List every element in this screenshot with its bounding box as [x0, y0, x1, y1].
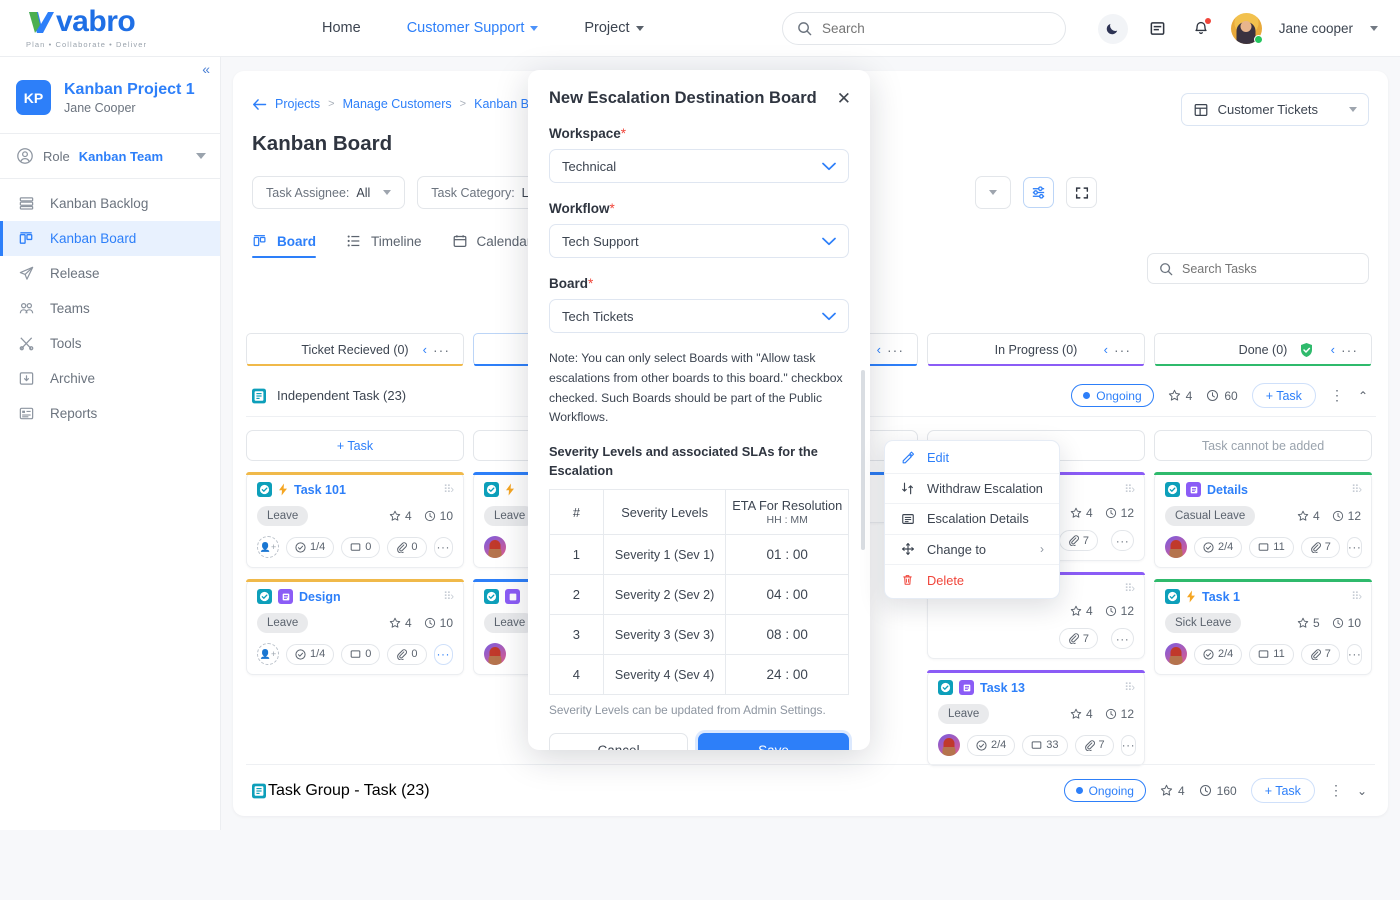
- workspace-label: Workspace*: [549, 126, 849, 141]
- context-menu-item-escalation-details[interactable]: Escalation Details: [885, 504, 1059, 535]
- table-row: 4 Severity 4 (Sev 4) 24 : 00: [550, 655, 849, 695]
- table-header-row: # Severity Levels ETA For Resolution HH …: [550, 490, 849, 535]
- modal-title: New Escalation Destination Board: [549, 70, 849, 108]
- move-icon: [900, 542, 915, 556]
- cell-num: 4: [550, 655, 604, 695]
- modal-overlay: New Escalation Destination Board ✕ Works…: [0, 0, 1400, 900]
- task-context-menu: Edit Withdraw Escalation Escalation Deta…: [884, 440, 1060, 599]
- withdraw-icon: [900, 481, 915, 496]
- context-menu-label: Withdraw Escalation: [927, 481, 1043, 496]
- cell-severity: Severity 2 (Sev 2): [603, 575, 726, 615]
- new-escalation-destination-board-modal: New Escalation Destination Board ✕ Works…: [528, 70, 870, 750]
- modal-note: Note: You can only select Boards with "A…: [549, 349, 849, 428]
- cell-num: 2: [550, 575, 604, 615]
- save-button[interactable]: Save: [698, 733, 849, 750]
- cell-eta: 24 : 00: [726, 655, 849, 695]
- chevron-down-icon: [822, 312, 836, 321]
- cancel-button[interactable]: Cancel: [549, 733, 688, 750]
- context-menu-item-withdraw-escalation[interactable]: Withdraw Escalation: [885, 474, 1059, 505]
- app-root: vabro Plan • Collaborate • Deliver Home …: [0, 0, 1400, 900]
- modal-actions: Cancel Save: [549, 733, 849, 750]
- table-row: 1 Severity 1 (Sev 1) 01 : 00: [550, 535, 849, 575]
- chevron-down-icon: [822, 162, 836, 171]
- severity-levels-table: # Severity Levels ETA For Resolution HH …: [549, 489, 849, 695]
- context-menu-label: Change to: [927, 542, 986, 557]
- cell-severity: Severity 3 (Sev 3): [603, 615, 726, 655]
- table-row: 2 Severity 2 (Sev 2) 04 : 00: [550, 575, 849, 615]
- details-icon: [900, 512, 915, 526]
- cell-severity: Severity 4 (Sev 4): [603, 655, 726, 695]
- cell-severity: Severity 1 (Sev 1): [603, 535, 726, 575]
- chevron-right-icon: ›: [1040, 542, 1044, 556]
- workspace-select[interactable]: Technical: [549, 149, 849, 183]
- board-select[interactable]: Tech Tickets: [549, 299, 849, 333]
- cell-eta: 08 : 00: [726, 615, 849, 655]
- col-header-num: #: [550, 490, 604, 535]
- col-header-eta-sub: HH : MM: [728, 514, 846, 526]
- cell-eta: 01 : 00: [726, 535, 849, 575]
- severity-table-caption: Severity Levels and associated SLAs for …: [549, 443, 849, 480]
- workspace-value: Technical: [562, 159, 616, 174]
- board-value: Tech Tickets: [562, 309, 634, 324]
- context-menu-item-change-to[interactable]: Change to ›: [885, 535, 1059, 566]
- workflow-select[interactable]: Tech Support: [549, 224, 849, 258]
- context-menu-item-edit[interactable]: Edit: [885, 443, 1059, 474]
- cell-eta: 04 : 00: [726, 575, 849, 615]
- cell-num: 3: [550, 615, 604, 655]
- edit-icon: [900, 451, 915, 465]
- context-menu-item-delete[interactable]: Delete: [885, 565, 1059, 596]
- table-row: 3 Severity 3 (Sev 3) 08 : 00: [550, 615, 849, 655]
- workflow-label: Workflow*: [549, 201, 849, 216]
- trash-icon: [900, 573, 915, 587]
- cell-num: 1: [550, 535, 604, 575]
- chevron-down-icon: [822, 237, 836, 246]
- close-icon[interactable]: ✕: [837, 90, 851, 107]
- context-menu-label: Edit: [927, 450, 949, 465]
- context-menu-label: Escalation Details: [927, 511, 1029, 526]
- workflow-value: Tech Support: [562, 234, 639, 249]
- context-menu-label: Delete: [927, 573, 964, 588]
- col-header-severity: Severity Levels: [603, 490, 726, 535]
- modal-scrollbar[interactable]: [861, 370, 865, 550]
- col-header-eta: ETA For Resolution HH : MM: [726, 490, 849, 535]
- severity-footnote: Severity Levels can be updated from Admi…: [549, 703, 849, 717]
- board-label: Board*: [549, 276, 849, 291]
